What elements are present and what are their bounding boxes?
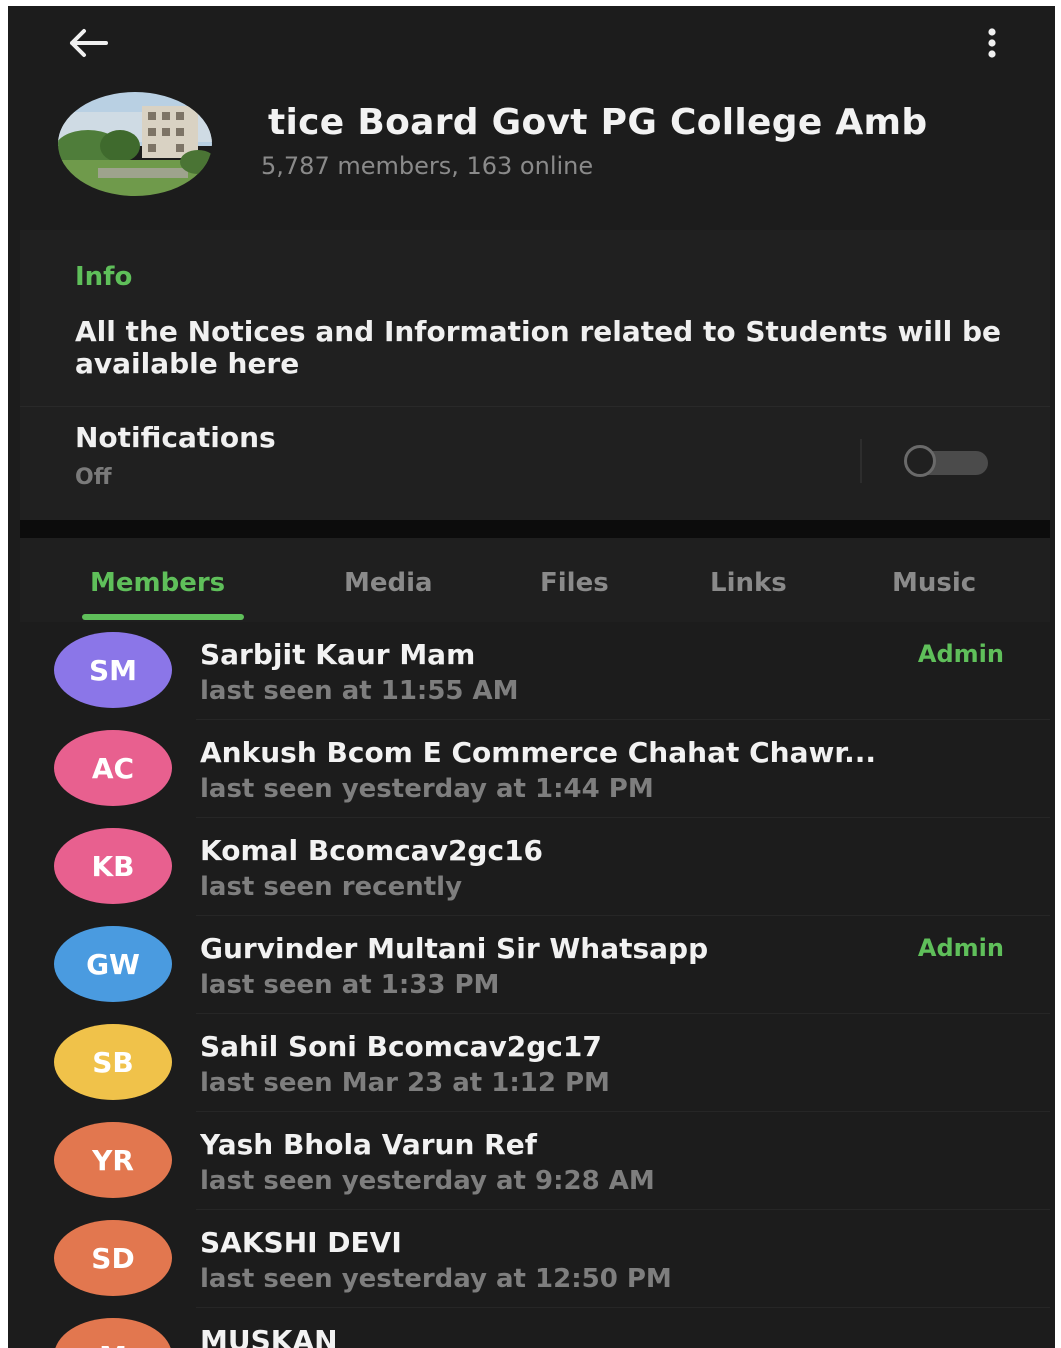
member-name: SAKSHI DEVI <box>200 1226 402 1259</box>
toggle-knob <box>904 445 936 477</box>
avatar[interactable]: GW <box>54 926 172 1002</box>
members-list: SM Sarbjit Kaur Mam last seen at 11:55 A… <box>20 622 1050 1348</box>
admin-badge: Admin <box>917 640 1004 668</box>
member-name: Ankush Bcom E Commerce Chahat Chawr... <box>200 736 877 769</box>
member-name: Sarbjit Kaur Mam <box>200 638 476 671</box>
more-vertical-icon <box>988 28 996 58</box>
divider <box>860 439 862 483</box>
info-panel: Info All the Notices and Information rel… <box>20 230 1050 520</box>
list-item[interactable]: YR Yash Bhola Varun Ref last seen yester… <box>20 1112 1050 1210</box>
list-item[interactable]: SD SAKSHI DEVI last seen yesterday at 12… <box>20 1210 1050 1308</box>
group-description: All the Notices and Information related … <box>75 315 1002 380</box>
admin-badge: Admin <box>917 934 1004 962</box>
avatar[interactable]: SM <box>54 632 172 708</box>
member-name: Gurvinder Multani Sir Whatsapp <box>200 932 709 965</box>
avatar[interactable]: YR <box>54 1122 172 1198</box>
avatar[interactable]: SB <box>54 1024 172 1100</box>
member-name: Yash Bhola Varun Ref <box>200 1128 537 1161</box>
tab-media[interactable]: Media <box>344 568 433 598</box>
member-last-seen: last seen yesterday at 12:50 PM <box>200 1264 672 1294</box>
notifications-row[interactable]: Notifications Off <box>20 406 1050 517</box>
tab-music[interactable]: Music <box>892 568 976 598</box>
avatar[interactable]: SD <box>54 1220 172 1296</box>
member-last-seen: last seen at 11:55 AM <box>200 676 519 706</box>
section-separator <box>20 520 1050 538</box>
member-last-seen: last seen recently <box>200 872 463 902</box>
list-item[interactable]: SM Sarbjit Kaur Mam last seen at 11:55 A… <box>20 622 1050 720</box>
telegram-group-profile: tice Board Govt PG College Amb 5,787 mem… <box>8 6 1055 1348</box>
list-item[interactable]: KB Komal Bcomcav2gc16 last seen recently <box>20 818 1050 916</box>
member-last-seen: last seen at 1:33 PM <box>200 970 500 1000</box>
member-last-seen: last seen Mar 23 at 1:12 PM <box>200 1068 610 1098</box>
avatar[interactable]: M <box>54 1318 172 1348</box>
member-name: Komal Bcomcav2gc16 <box>200 834 544 867</box>
tab-members[interactable]: Members <box>90 568 225 598</box>
info-heading: Info <box>75 262 133 292</box>
back-button[interactable] <box>60 18 116 68</box>
notifications-label: Notifications <box>75 421 276 454</box>
list-item[interactable]: AC Ankush Bcom E Commerce Chahat Chawr..… <box>20 720 1050 818</box>
member-last-seen: last seen yesterday at 9:28 AM <box>200 1166 655 1196</box>
avatar[interactable]: KB <box>54 828 172 904</box>
group-avatar[interactable] <box>58 92 212 196</box>
notifications-status: Off <box>75 465 112 490</box>
tab-links[interactable]: Links <box>710 568 787 598</box>
avatar[interactable]: AC <box>54 730 172 806</box>
member-name: MUSKAN <box>200 1324 338 1348</box>
member-name: Sahil Soni Bcomcav2gc17 <box>200 1030 602 1063</box>
list-item[interactable]: M MUSKAN <box>20 1308 1050 1348</box>
list-item[interactable]: GW Gurvinder Multani Sir Whatsapp last s… <box>20 916 1050 1014</box>
group-title: tice Board Govt PG College Amb <box>268 102 928 143</box>
arrow-left-icon <box>70 29 108 57</box>
list-item[interactable]: SB Sahil Soni Bcomcav2gc17 last seen Mar… <box>20 1014 1050 1112</box>
profile-tabs: Members Media Files Links Music <box>20 538 1050 622</box>
member-last-seen: last seen yesterday at 1:44 PM <box>200 774 654 804</box>
member-count: 5,787 members, 163 online <box>261 152 594 180</box>
more-options-button[interactable] <box>970 18 1014 68</box>
college-building-photo <box>58 92 212 196</box>
notifications-toggle[interactable] <box>904 445 990 479</box>
active-tab-indicator <box>82 614 244 620</box>
tab-files[interactable]: Files <box>540 568 609 598</box>
profile-header: tice Board Govt PG College Amb 5,787 mem… <box>8 6 1055 228</box>
